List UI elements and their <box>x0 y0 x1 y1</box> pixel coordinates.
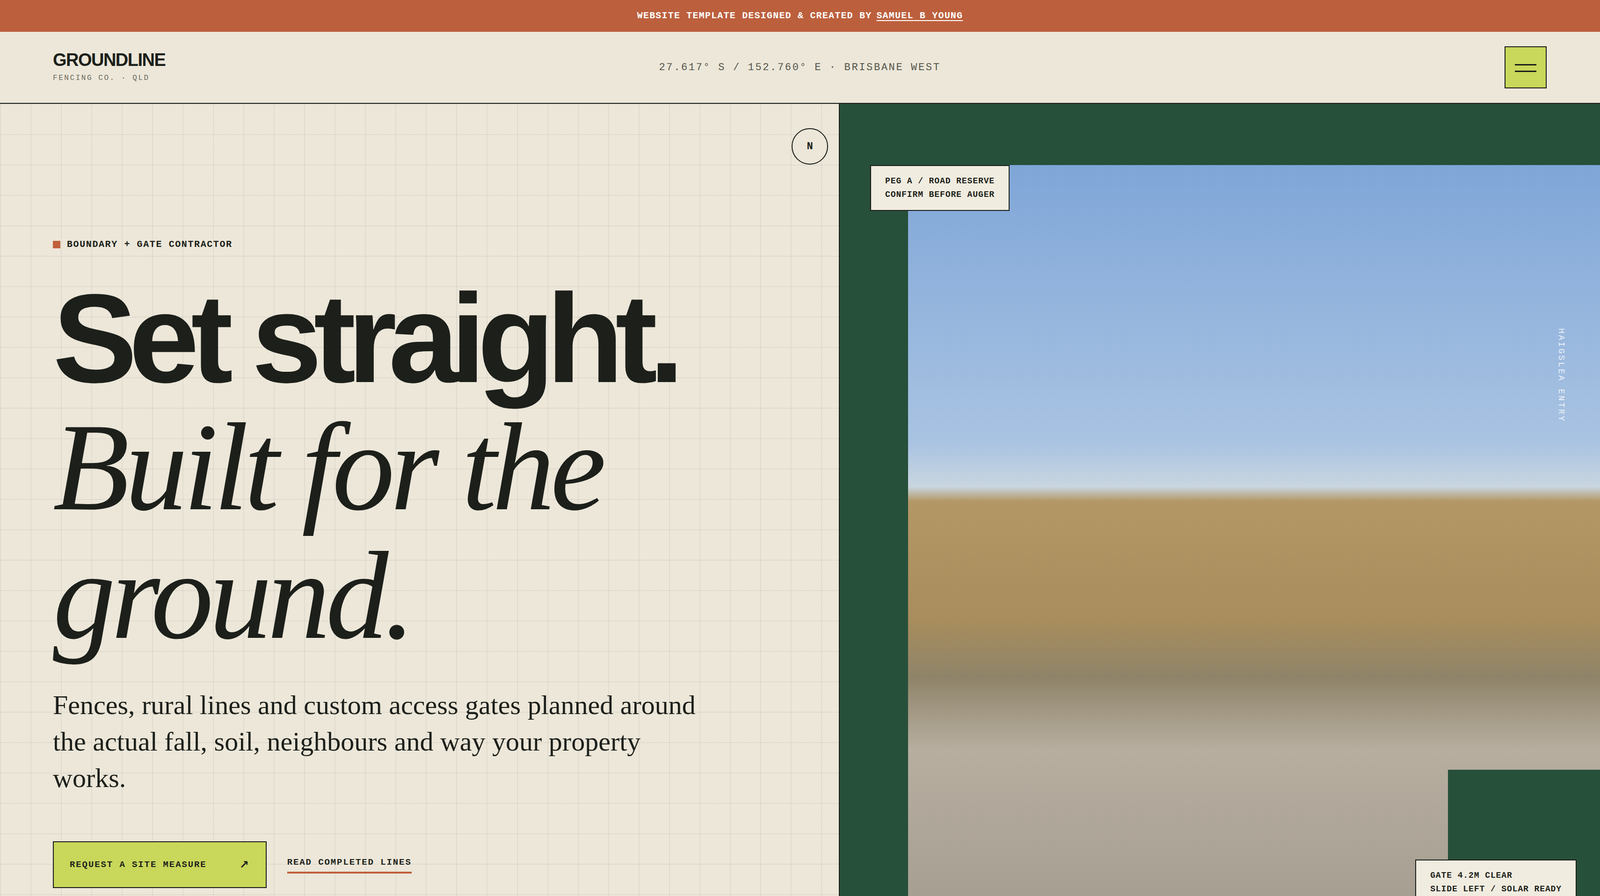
author-link[interactable]: SAMUEL B YOUNG <box>876 8 963 23</box>
compass-badge: N <box>791 128 829 165</box>
banner-text: WEBSITE TEMPLATE DESIGNED & CREATED BY <box>637 8 873 23</box>
eyebrow: BOUNDARY + GATE CONTRACTOR <box>52 237 829 252</box>
site-header: GROUNDLINE FENCING CO. · QLD27.617° S / 1… <box>0 31 1600 104</box>
menu-button[interactable] <box>1504 46 1547 89</box>
completed-lines-link[interactable]: READ COMPLETED LINES <box>287 856 412 875</box>
arrow-icon: ↗ <box>239 856 250 874</box>
lead-paragraph: Fences, rural lines and custom access ga… <box>52 687 699 797</box>
compass-row: N <box>52 128 829 165</box>
note-line: PEG A / ROAD RESERVE <box>885 174 995 189</box>
link-label: READ COMPLETED LINES <box>287 857 412 868</box>
eyebrow-text: BOUNDARY + GATE CONTRACTOR <box>66 237 233 252</box>
headline-sans: Set straight. <box>52 274 829 403</box>
photo-note: PEG A / ROAD RESERVECONFIRM BEFORE AUGER <box>870 165 1010 211</box>
page: WEBSITE TEMPLATE DESIGNED & CREATED BYSA… <box>0 0 1600 896</box>
note-line: GATE 4.2M CLEAR <box>1430 869 1562 883</box>
note-line: CONFIRM BEFORE AUGER <box>885 188 995 202</box>
button-label: REQUEST A SITE MEASURE <box>69 858 207 873</box>
hero-actions: REQUEST A SITE MEASURE ↗ READ COMPLETED LI… <box>52 841 829 889</box>
photo-caption: HAIGSLEA ENTRY <box>1554 328 1568 423</box>
hero-text-panel: N BOUNDARY + GATE CONTRACTOR Set straight.… <box>0 103 840 896</box>
headline-italic: Built for the <box>52 402 829 532</box>
site-measure-button[interactable]: REQUEST A SITE MEASURE ↗ <box>52 841 267 889</box>
logo: GROUNDLINE <box>52 50 659 70</box>
hero: N BOUNDARY + GATE CONTRACTOR Set straight.… <box>0 103 1600 896</box>
square-icon <box>52 240 61 249</box>
headline-italic: ground. <box>52 531 829 661</box>
top-banner: WEBSITE TEMPLATE DESIGNED & CREATED BYSA… <box>0 0 1600 32</box>
photo-panel: HAIGSLEA ENTRY PEG A / ROAD RESERVECONFIR… <box>839 103 1600 896</box>
note-line: SLIDE LEFT / SOLAR READY <box>1430 882 1562 896</box>
tagline: FENCING CO. · QLD <box>52 72 659 84</box>
headline: Set straight.Built for theground. <box>52 274 829 661</box>
hamburger-icon <box>1514 60 1537 75</box>
brand[interactable]: GROUNDLINE FENCING CO. · QLD <box>52 50 659 84</box>
coordinates: 27.617° S / 152.760° E · BRISBANE WEST <box>658 59 941 76</box>
photo-note: GATE 4.2M CLEARSLIDE LEFT / SOLAR READY <box>1415 859 1577 896</box>
